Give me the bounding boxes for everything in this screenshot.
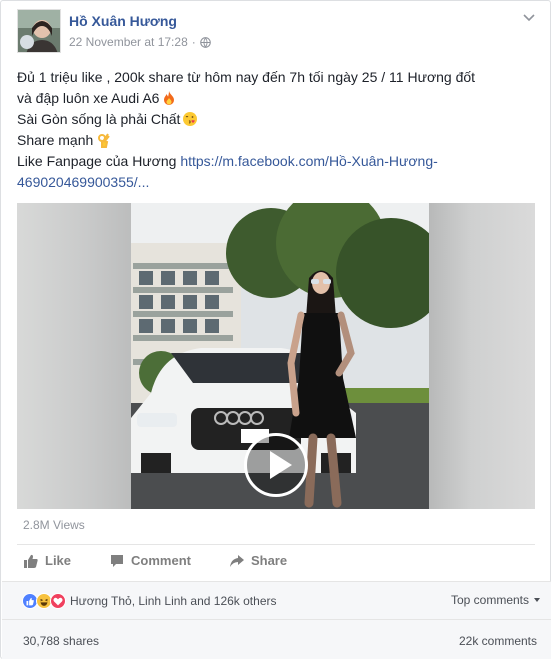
- comment-button[interactable]: Comment: [109, 553, 191, 569]
- fanpage-link[interactable]: https://m.facebook.com/Hồ-Xuân-Hương-: [180, 153, 437, 169]
- post-line-6: 469020469900355/...: [17, 172, 535, 193]
- love-reaction-icon: [50, 592, 66, 609]
- video-blur-left: [17, 203, 131, 509]
- fanpage-link-continued[interactable]: 469020469900355/...: [17, 174, 149, 190]
- counts-bar: 30,788 shares 22k comments: [2, 619, 551, 659]
- post-text: Like Fanpage của Hương: [17, 153, 181, 169]
- top-comments-label: Top comments: [450, 593, 529, 607]
- post-line-2: và đập luôn xe Audi A6: [17, 88, 535, 109]
- thumbs-up-icon: [24, 554, 38, 568]
- kiss-emoji-icon: [182, 111, 198, 127]
- fire-emoji-icon: [161, 90, 177, 106]
- share-label: Share: [250, 553, 288, 568]
- post-line-1: Đủ 1 triệu like , 200k share từ hôm nay …: [17, 67, 535, 88]
- post-line-5: Like Fanpage của Hương https://m.faceboo…: [17, 151, 535, 172]
- comment-count[interactable]: 22k comments: [459, 634, 537, 648]
- chevron-down-icon[interactable]: [521, 9, 537, 25]
- meta-separator: ·: [191, 35, 196, 49]
- author-name[interactable]: Hồ Xuân Hương: [69, 13, 177, 29]
- post-line-3: Sài Gòn sống là phải Chất: [17, 109, 535, 130]
- share-arrow-icon: [229, 554, 244, 567]
- post-header: Hồ Xuân Hương 22 November at 17:28 ·: [17, 9, 537, 55]
- facebook-post: Hồ Xuân Hương 22 November at 17:28 · Đủ …: [0, 0, 551, 659]
- post-text: Share mạnh: [17, 132, 94, 148]
- avatar[interactable]: [17, 9, 61, 53]
- reaction-icons[interactable]: [22, 592, 66, 609]
- video-player[interactable]: [17, 203, 535, 509]
- post-meta: 22 November at 17:28 ·: [69, 35, 211, 49]
- share-count[interactable]: 30,788 shares: [23, 634, 99, 648]
- view-count: 2.8M Views: [23, 518, 85, 532]
- post-text: và đập luôn xe Audi A6: [17, 90, 160, 106]
- top-comments-dropdown[interactable]: Top comments: [451, 593, 541, 607]
- like-button[interactable]: Like: [23, 553, 71, 569]
- post-text: Sài Gòn sống là phải Chất: [17, 111, 181, 127]
- post-timestamp[interactable]: 22 November at 17:28: [69, 35, 188, 49]
- ok-hand-emoji-icon: [95, 132, 111, 148]
- comment-icon: [111, 554, 124, 567]
- globe-icon[interactable]: [199, 36, 211, 48]
- reaction-names[interactable]: Hương Thỏ, Linh Linh and 126k others: [70, 594, 276, 608]
- comment-label: Comment: [131, 553, 191, 568]
- reactions-bar: Hương Thỏ, Linh Linh and 126k others Top…: [2, 581, 551, 619]
- caret-down-icon: [534, 598, 540, 602]
- action-bar: Like Comment Share: [17, 544, 535, 576]
- post-line-4: Share mạnh: [17, 130, 535, 151]
- share-button[interactable]: Share: [229, 553, 287, 569]
- video-blur-right: [429, 203, 535, 509]
- play-button[interactable]: [244, 433, 308, 497]
- post-body: Đủ 1 triệu like , 200k share từ hôm nay …: [17, 67, 535, 193]
- like-label: Like: [45, 553, 72, 568]
- post-text: Đủ 1 triệu like , 200k share từ hôm nay …: [17, 69, 476, 85]
